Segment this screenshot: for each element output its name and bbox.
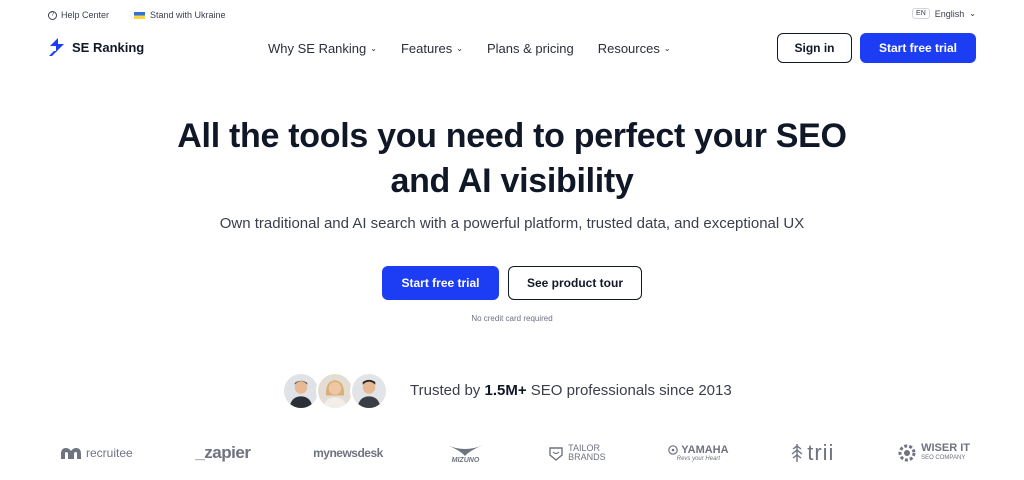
trii-tree-icon xyxy=(791,444,803,462)
avatar xyxy=(350,372,388,410)
se-ranking-logo-icon xyxy=(49,38,64,56)
yamaha-text: YAMAHA xyxy=(681,444,729,456)
nav-menu: Why SE Ranking ⌄ Features ⌄ Plans & pric… xyxy=(268,41,671,56)
wiser-it-logo: WISER IT SEO COMPANY xyxy=(897,443,970,463)
hero-title-line-2: and AI visibility xyxy=(390,162,634,200)
client-logos: recruitee _zapier mynewsdesk MIZUNO TAIL… xyxy=(60,440,970,466)
mizuno-runbird-icon xyxy=(447,444,484,456)
language-label: English xyxy=(934,8,965,19)
nav-item-plans-pricing[interactable]: Plans & pricing xyxy=(487,41,574,56)
logo-text: SE Ranking xyxy=(72,39,145,55)
help-center-label: Help Center xyxy=(61,10,110,20)
tailor-brands-icon xyxy=(549,447,563,461)
zapier-logo: _zapier xyxy=(195,443,251,462)
tailor-line-2: BRANDS xyxy=(568,452,606,462)
hero-title-line-1: All the tools you need to perfect your S… xyxy=(177,117,847,155)
chevron-down-icon: ⌄ xyxy=(370,44,377,53)
hero-subtitle: Own traditional and AI search with a pow… xyxy=(219,215,805,232)
nav-item-features[interactable]: Features ⌄ xyxy=(401,41,463,56)
avatar xyxy=(282,372,320,410)
recruitee-text: recruitee xyxy=(86,446,133,460)
wiser-line-1: WISER IT xyxy=(921,442,970,454)
start-free-trial-button[interactable]: Start free trial xyxy=(860,33,976,63)
tailor-brands-logo: TAILOR BRANDS xyxy=(548,444,606,462)
language-code: EN xyxy=(912,8,930,19)
recruitee-logo: recruitee xyxy=(60,446,133,460)
wiser-line-2: SEO COMPANY xyxy=(921,455,966,461)
stand-with-ukraine-link[interactable]: Stand with Ukraine xyxy=(134,10,226,20)
trusted-suffix: SEO professionals since 2013 xyxy=(526,382,732,399)
trusted-prefix: Trusted by xyxy=(410,382,485,399)
main-navbar: SE Ranking Why SE Ranking ⌄ Features ⌄ P… xyxy=(48,33,976,63)
utility-bar: ? Help Center Stand with Ukraine EN Engl… xyxy=(48,8,976,24)
nav-item-label: Plans & pricing xyxy=(486,41,574,56)
nav-item-label: Resources xyxy=(597,41,660,56)
yamaha-tagline: Revs your Heart xyxy=(676,456,721,462)
yamaha-tuning-fork-icon xyxy=(668,445,679,455)
ukraine-label: Stand with Ukraine xyxy=(150,10,226,20)
nav-item-label: Why SE Ranking xyxy=(268,41,367,56)
yamaha-logo: YAMAHA Revs your Heart xyxy=(668,444,729,462)
recruitee-icon xyxy=(61,448,81,459)
no-credit-card-note: No credit card required xyxy=(471,314,553,323)
help-center-link[interactable]: ? Help Center xyxy=(48,10,109,20)
mizuno-text: MIZUNO xyxy=(451,456,480,464)
trusted-by-text: Trusted by 1.5M+ SEO professionals since… xyxy=(410,382,732,399)
language-selector[interactable]: EN English ⌄ xyxy=(912,8,976,19)
mizuno-logo: MIZUNO xyxy=(445,443,485,464)
mynewsdesk-logo: mynewsdesk xyxy=(313,446,383,460)
see-product-tour-button[interactable]: See product tour xyxy=(508,266,642,300)
hero-title: All the tools you need to perfect your S… xyxy=(0,114,1024,204)
nav-item-why-se-ranking[interactable]: Why SE Ranking ⌄ xyxy=(268,41,377,56)
wiser-it-gear-icon xyxy=(898,444,916,462)
trii-text: trii xyxy=(807,440,835,465)
chevron-down-icon: ⌄ xyxy=(969,9,976,18)
avatar xyxy=(316,372,354,410)
se-ranking-logo[interactable]: SE Ranking xyxy=(48,37,144,57)
chevron-down-icon: ⌄ xyxy=(663,44,671,53)
sign-in-button[interactable]: Sign in xyxy=(777,33,852,63)
nav-item-resources[interactable]: Resources ⌄ xyxy=(598,41,671,56)
help-icon: ? xyxy=(48,10,57,20)
trii-logo: trii xyxy=(791,440,834,466)
hero-start-free-trial-button[interactable]: Start free trial xyxy=(382,266,499,300)
ukraine-flag-icon xyxy=(134,11,145,19)
chevron-down-icon: ⌄ xyxy=(456,44,463,53)
nav-item-label: Features xyxy=(400,41,453,56)
trusted-count: 1.5M+ xyxy=(484,382,527,399)
